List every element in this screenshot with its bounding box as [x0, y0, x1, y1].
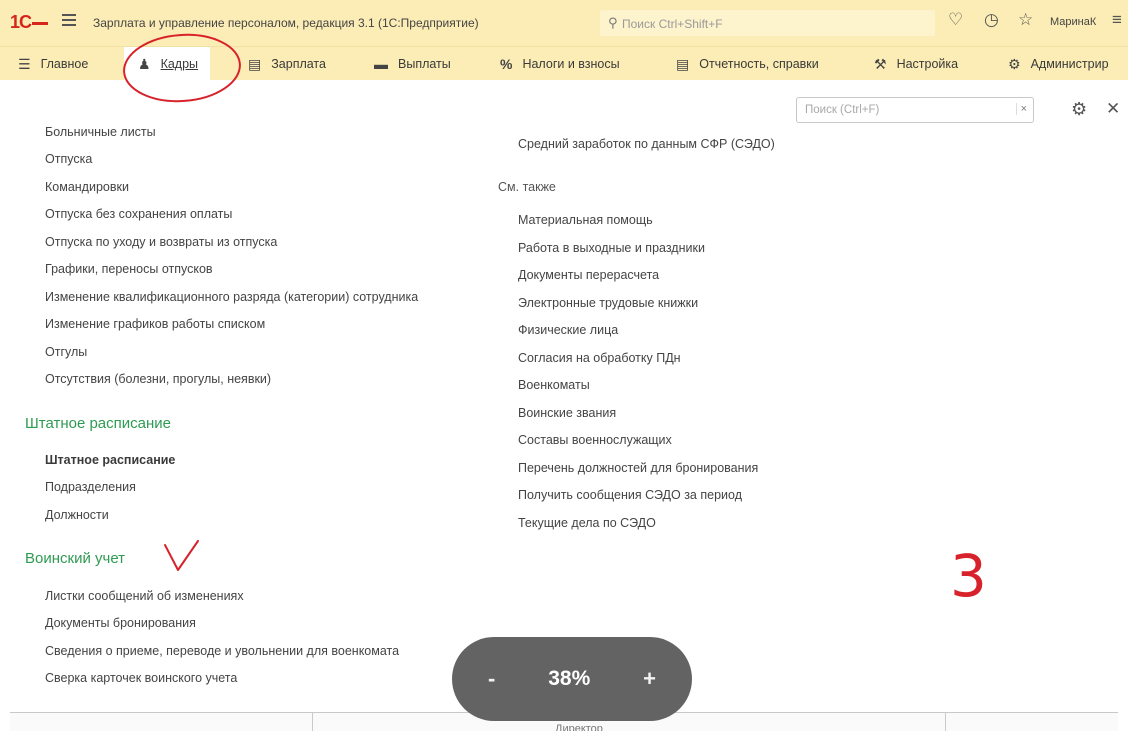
app-logo[interactable]: 1С — [10, 12, 49, 33]
link-military-ranks[interactable]: Воинские звания — [518, 406, 616, 420]
link-average-earnings[interactable]: Средний заработок по данным СФР (СЭДО) — [518, 137, 775, 151]
percent-icon: % — [500, 56, 513, 72]
settings-menu-icon[interactable]: ≡ — [1112, 10, 1122, 30]
zoom-out-button[interactable]: - — [488, 666, 495, 692]
cash-icon: ▬ — [374, 56, 388, 72]
link-enlistment-offices[interactable]: Военкоматы — [518, 378, 590, 392]
section-menu: ☰ Главное ♟ Кадры ▤ Зарплата ▬ Выплаты %… — [0, 46, 1128, 81]
menu-item-zarplata[interactable]: ▤ Зарплата — [248, 47, 326, 81]
wrench-icon: ⚒ — [874, 55, 887, 72]
link-get-sedo-messages[interactable]: Получить сообщения СЭДО за период — [518, 488, 742, 502]
zoom-level: 38% — [548, 667, 591, 690]
link-vacations[interactable]: Отпуска — [45, 152, 92, 166]
menu-item-main[interactable]: ☰ Главное — [18, 47, 88, 81]
title-bar: 1С Зарплата и управление персоналом, ред… — [0, 0, 1128, 46]
user-name[interactable]: МаринаК — [1050, 16, 1096, 28]
report-icon: ▤ — [676, 55, 690, 72]
panel-settings-icon[interactable]: ⚙ — [1071, 99, 1087, 120]
link-recalc-docs[interactable]: Документы перерасчета — [518, 268, 659, 282]
app-title: Зарплата и управление персоналом, редакц… — [93, 16, 479, 30]
menu-item-vyplaty[interactable]: ▬ Выплаты — [374, 47, 451, 81]
link-parental-leave[interactable]: Отпуска по уходу и возвраты из отпуска — [45, 235, 277, 249]
link-material-aid[interactable]: Материальная помощь — [518, 213, 653, 227]
section-military: Воинский учет — [25, 550, 126, 567]
link-e-work-books[interactable]: Электронные трудовые книжки — [518, 296, 698, 310]
zoom-in-button[interactable]: + — [643, 666, 656, 692]
link-sedo-current-tasks[interactable]: Текущие дела по СЭДО — [518, 516, 656, 530]
link-schedule-change-list[interactable]: Изменение графиков работы списком — [45, 317, 265, 331]
star-icon[interactable]: ☆ — [1018, 10, 1033, 30]
link-staffing-table[interactable]: Штатное расписание — [45, 453, 175, 467]
bottom-cell-text: Директор — [555, 723, 603, 731]
menu-item-taxes[interactable]: % Налоги и взносы — [500, 47, 620, 81]
panel-search-input[interactable]: Поиск (Ctrl+F) × — [796, 97, 1034, 123]
link-reservation-positions[interactable]: Перечень должностей для бронирования — [518, 461, 758, 475]
hamburger-icon: ☰ — [18, 55, 31, 72]
search-icon: ⚲ — [608, 15, 618, 30]
link-days-off[interactable]: Отгулы — [45, 345, 87, 359]
menu-item-settings[interactable]: ⚒ Настройка — [874, 47, 958, 81]
link-absences[interactable]: Отсутствия (болезни, прогулы, неявки) — [45, 372, 271, 386]
global-search-input[interactable]: ⚲ Поиск Ctrl+Shift+F — [600, 10, 935, 36]
annotation-checkmark — [164, 540, 199, 571]
link-military-compositions[interactable]: Составы военнослужащих — [518, 433, 672, 447]
link-weekend-work[interactable]: Работа в выходные и праздники — [518, 241, 705, 255]
zoom-control: - 38% + — [452, 637, 692, 721]
menu-item-kadry[interactable]: ♟ Кадры — [124, 47, 211, 81]
link-qualification-change[interactable]: Изменение квалификационного разряда (кат… — [45, 290, 418, 304]
close-icon[interactable]: ✕ — [1106, 99, 1120, 119]
link-vacation-schedules[interactable]: Графики, переносы отпусков — [45, 262, 213, 276]
history-icon[interactable]: ◷ — [984, 10, 999, 30]
link-unpaid-leave[interactable]: Отпуска без сохранения оплаты — [45, 207, 232, 221]
link-individuals[interactable]: Физические лица — [518, 323, 618, 337]
link-positions[interactable]: Должности — [45, 508, 109, 522]
link-departments[interactable]: Подразделения — [45, 480, 136, 494]
menu-item-reports[interactable]: ▤ Отчетность, справки — [676, 47, 819, 81]
link-military-card-check[interactable]: Сверка карточек воинского учета — [45, 671, 237, 685]
annotation-number: 3 — [950, 542, 987, 610]
clear-search-button[interactable]: × — [1015, 103, 1027, 115]
link-hiring-info-military[interactable]: Сведения о приеме, переводе и увольнении… — [45, 644, 399, 658]
ledger-icon: ▤ — [248, 55, 262, 72]
people-icon: ♟ — [138, 55, 151, 72]
link-reservation-docs[interactable]: Документы бронирования — [45, 616, 196, 630]
menu-item-admin[interactable]: ⚙ Администрир — [1008, 47, 1109, 81]
bell-icon[interactable]: ♡ — [948, 10, 963, 30]
section-staffing: Штатное расписание — [25, 415, 172, 432]
link-data-consents[interactable]: Согласия на обработку ПДн — [518, 351, 681, 365]
see-also-heading: См. также — [498, 180, 556, 194]
link-sick-leaves[interactable]: Больничные листы — [45, 125, 156, 139]
link-business-trips[interactable]: Командировки — [45, 180, 129, 194]
link-change-notices[interactable]: Листки сообщений об изменениях — [45, 589, 244, 603]
gear-icon: ⚙ — [1008, 55, 1021, 72]
main-menu-icon[interactable] — [62, 14, 76, 26]
